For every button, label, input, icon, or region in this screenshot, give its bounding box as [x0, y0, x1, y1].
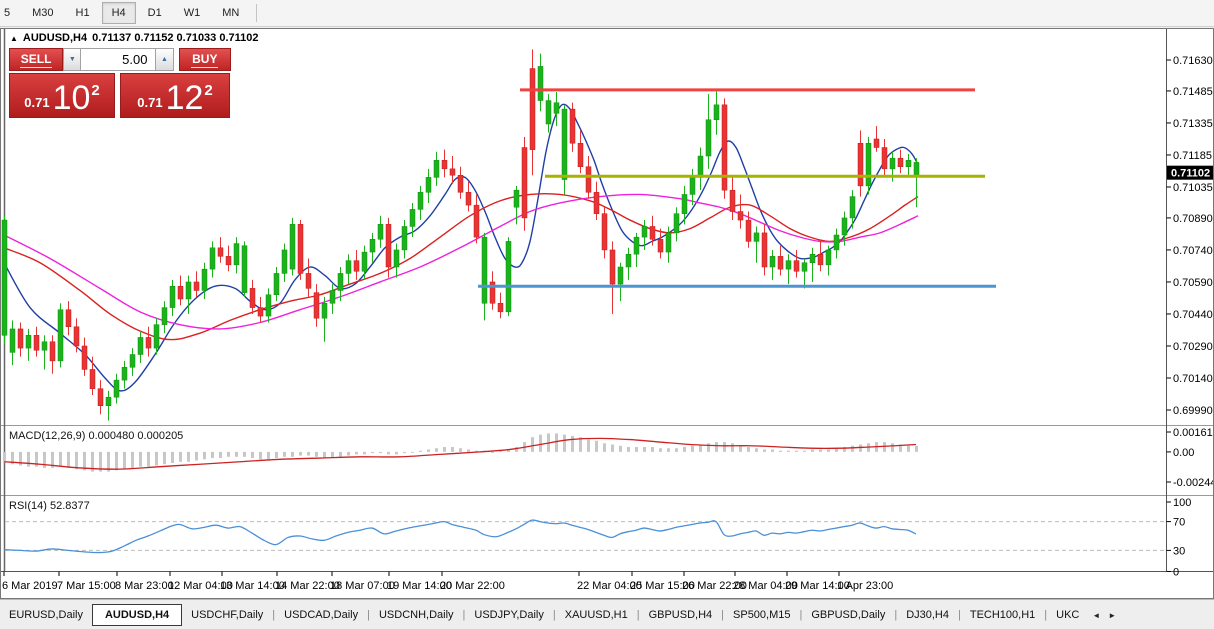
svg-text:0: 0	[1173, 567, 1179, 579]
tab-sp500-m15[interactable]: SP500,M15	[724, 605, 799, 625]
rsi-name: RSI(14)	[9, 500, 47, 512]
tab-tech100-h1[interactable]: TECH100,H1	[961, 605, 1044, 625]
svg-text:-0.002443: -0.002443	[1173, 477, 1213, 489]
chart-title: ▲ AUDUSD,H4 0.71137 0.71152 0.71033 0.71…	[10, 32, 259, 44]
svg-text:0.71630: 0.71630	[1173, 55, 1213, 67]
tab-xauusd-h1[interactable]: XAUUSD,H1	[556, 605, 637, 625]
tab-usdcnh-daily[interactable]: USDCNH,Daily	[370, 605, 463, 625]
volume-input[interactable]	[81, 48, 155, 71]
sell-button-label: SELL	[20, 52, 53, 68]
price-scale[interactable]: 0.71630 0.71485 0.71335 0.71185 0.71035 0.708…	[1167, 55, 1214, 579]
drawn-hlines[interactable]	[478, 90, 996, 286]
tab-scroll-left-button[interactable]: ◄	[1088, 608, 1104, 623]
svg-text:0.70440: 0.70440	[1173, 309, 1213, 321]
svg-text:0.71335: 0.71335	[1173, 118, 1213, 130]
tab-gbpusd-daily[interactable]: GBPUSD,Daily	[802, 605, 894, 625]
chart-tab-bar: EURUSD,DailyAUDUSD,H4USDCHF,Daily|USDCAD…	[0, 599, 1214, 629]
macd-indicator-label: MACD(12,26,9) 0.000480 0.000205	[9, 430, 183, 442]
svg-text:18 Mar 07:00: 18 Mar 07:00	[330, 580, 395, 592]
timeframe-toolbar: 5M30H1H4D1W1MN	[0, 0, 1214, 27]
buy-button-label: BUY	[191, 52, 218, 68]
sell-price-big-digits: 10	[53, 84, 91, 114]
macd-values: 0.000480 0.000205	[88, 430, 183, 442]
sell-price-button[interactable]: 0.71 10 2	[9, 73, 115, 118]
time-axis[interactable]: 6 Mar 20197 Mar 15:008 Mar 23:0012 Mar 0…	[2, 572, 893, 593]
svg-text:0.69990: 0.69990	[1173, 405, 1213, 417]
tab-usdcad-daily[interactable]: USDCAD,Daily	[275, 605, 367, 625]
svg-text:30: 30	[1173, 545, 1185, 557]
sell-price-prefix: 0.71	[24, 95, 49, 110]
tab-usdchf-daily[interactable]: USDCHF,Daily	[182, 605, 272, 625]
tab-usdjpy-daily[interactable]: USDJPY,Daily	[465, 605, 553, 625]
chevron-up-icon: ▲	[161, 56, 168, 63]
svg-text:0.70740: 0.70740	[1173, 245, 1213, 257]
collapse-triangle-icon[interactable]: ▲	[10, 34, 18, 43]
svg-text:0.70290: 0.70290	[1173, 341, 1213, 353]
sell-button[interactable]: SELL	[9, 48, 63, 71]
timeframe-button-mn[interactable]: MN	[212, 2, 249, 24]
svg-text:0.001615: 0.001615	[1173, 427, 1213, 439]
svg-text:8 Mar 23:00: 8 Mar 23:00	[115, 580, 174, 592]
timeframe-button-h1[interactable]: H1	[66, 2, 100, 24]
timeframe-button-h4[interactable]: H4	[102, 2, 136, 24]
svg-text:6 Mar 2019: 6 Mar 2019	[2, 580, 58, 592]
volume-increase-button[interactable]: ▲	[155, 48, 173, 71]
svg-text:0.00: 0.00	[1173, 447, 1194, 459]
timeframe-button-m30[interactable]: M30	[22, 2, 63, 24]
svg-text:0.70890: 0.70890	[1173, 213, 1213, 225]
timeframe-button-d1[interactable]: D1	[138, 2, 172, 24]
svg-text:20 Mar 22:00: 20 Mar 22:00	[440, 580, 505, 592]
svg-text:0.71185: 0.71185	[1173, 150, 1212, 162]
timeframe-button-5[interactable]: 5	[0, 2, 20, 24]
svg-text:0.70590: 0.70590	[1173, 277, 1213, 289]
macd-name: MACD(12,26,9)	[9, 430, 85, 442]
svg-text:1 Apr 23:00: 1 Apr 23:00	[837, 580, 893, 592]
tab-gbpusd-h4[interactable]: GBPUSD,H4	[640, 605, 722, 625]
buy-price-big-digits: 12	[166, 84, 204, 114]
tab-dj30-h4[interactable]: DJ30,H4	[897, 605, 958, 625]
rsi-value: 52.8377	[50, 500, 90, 512]
tab-scroll-right-button[interactable]: ►	[1104, 608, 1120, 623]
one-click-trading-panel: SELL ▼ ▲ BUY 0.71 10 2 0.71 12 2	[9, 48, 231, 118]
chevron-down-icon: ▼	[69, 56, 76, 63]
rsi-panel	[4, 520, 1166, 553]
sell-price-pip-digit: 2	[91, 82, 99, 99]
tab-audusd-h4[interactable]: AUDUSD,H4	[92, 604, 182, 626]
chart-window: 0.71630 0.71485 0.71335 0.71185 0.71035 0.708…	[0, 28, 1214, 599]
buy-price-prefix: 0.71	[137, 95, 162, 110]
svg-text:0.71102: 0.71102	[1171, 168, 1210, 180]
svg-text:0.71485: 0.71485	[1173, 86, 1213, 98]
tab-ukc[interactable]: UKC	[1047, 605, 1088, 625]
svg-text:70: 70	[1173, 517, 1185, 529]
svg-text:0.71035: 0.71035	[1173, 182, 1213, 194]
rsi-indicator-label: RSI(14) 52.8377	[9, 500, 90, 512]
svg-text:0.70140: 0.70140	[1173, 373, 1213, 385]
buy-button[interactable]: BUY	[179, 48, 231, 71]
svg-text:7 Mar 15:00: 7 Mar 15:00	[57, 580, 116, 592]
buy-price-pip-digit: 2	[204, 82, 212, 99]
rsi-line	[4, 520, 916, 553]
svg-text:100: 100	[1173, 497, 1191, 509]
buy-price-button[interactable]: 0.71 12 2	[120, 73, 230, 118]
chart-symbol-label: AUDUSD,H4	[23, 32, 87, 44]
timeframe-button-w1[interactable]: W1	[174, 2, 211, 24]
toolbar-separator	[256, 4, 257, 22]
volume-decrease-button[interactable]: ▼	[63, 48, 81, 71]
chart-ohlc-values: 0.71137 0.71152 0.71033 0.71102	[92, 32, 258, 44]
tab-eurusd-daily[interactable]: EURUSD,Daily	[0, 605, 92, 625]
